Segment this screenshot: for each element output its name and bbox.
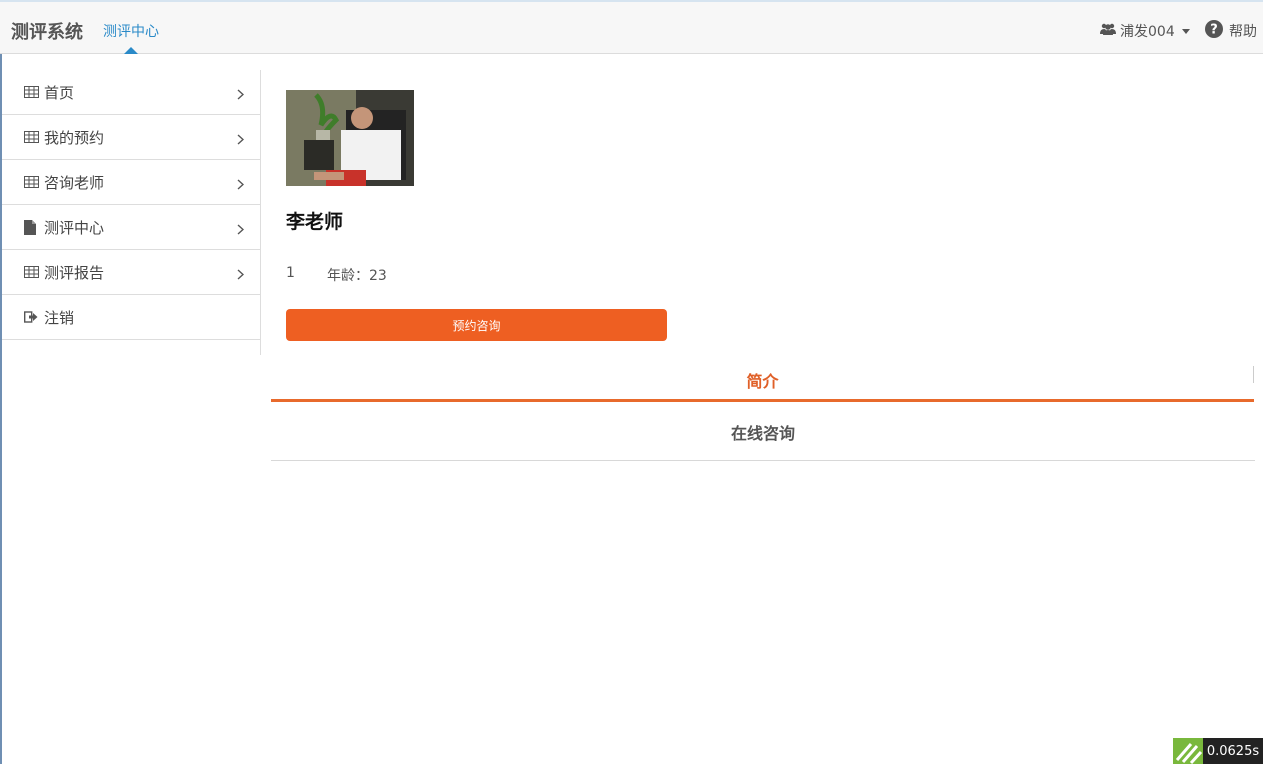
tab-divider xyxy=(1253,366,1254,383)
page-load-timer: 0.0625s xyxy=(1203,738,1263,764)
tab-intro[interactable]: 简介 xyxy=(271,360,1254,402)
debug-logo-icon[interactable] xyxy=(1173,738,1203,764)
svg-text:?: ? xyxy=(1210,23,1218,38)
help-link[interactable]: ? 帮助 xyxy=(1205,20,1257,42)
sidebar-item-consult-teacher[interactable]: 咨询老师 xyxy=(2,160,260,205)
sidebar-item-home[interactable]: 首页 xyxy=(2,70,260,115)
table-icon xyxy=(24,130,40,144)
sidebar-item-assessment-center[interactable]: 测评中心 xyxy=(2,205,260,250)
active-tab-indicator xyxy=(124,47,138,54)
file-icon xyxy=(24,219,40,235)
sidebar-item-label: 测评中心 xyxy=(44,218,105,237)
teacher-age: 年龄：23 xyxy=(327,268,387,284)
chevron-right-icon xyxy=(237,221,245,239)
sidebar-item-label: 首页 xyxy=(44,83,75,102)
sidebar-item-logout[interactable]: 注销 xyxy=(2,295,260,340)
user-name: 浦发004 xyxy=(1120,24,1175,40)
teacher-info: 1 年龄：23 xyxy=(286,265,387,285)
help-label: 帮助 xyxy=(1229,24,1257,40)
sidebar-item-label: 我的预约 xyxy=(44,128,105,147)
chevron-right-icon xyxy=(237,131,245,149)
chevron-down-icon xyxy=(1181,28,1190,34)
tab-online-consultation[interactable]: 在线咨询 xyxy=(271,403,1255,461)
teacher-number: 1 xyxy=(286,265,295,281)
sidebar: 首页 我的预约 咨询老师 测评中心 测评报告 注销 xyxy=(2,70,261,355)
table-icon xyxy=(24,265,40,279)
chevron-right-icon xyxy=(237,176,245,194)
table-icon xyxy=(24,175,40,189)
sidebar-item-assessment-report[interactable]: 测评报告 xyxy=(2,250,260,295)
nav-tab-assessment-center[interactable]: 测评中心 xyxy=(103,21,159,41)
user-menu[interactable]: 浦发004 xyxy=(1100,21,1190,41)
book-consultation-button[interactable]: 预约咨询 xyxy=(286,309,667,341)
teacher-name: 李老师 xyxy=(286,211,344,233)
question-circle-icon: ? xyxy=(1205,20,1223,42)
sidebar-item-label: 注销 xyxy=(44,308,75,327)
chevron-right-icon xyxy=(237,266,245,284)
sign-out-icon xyxy=(24,310,40,324)
teacher-photo xyxy=(286,90,414,186)
chevron-right-icon xyxy=(237,86,245,104)
users-icon xyxy=(1100,23,1116,39)
top-navbar: 测评系统 测评中心 浦发004 ? 帮助 xyxy=(0,0,1263,54)
sidebar-item-my-appointments[interactable]: 我的预约 xyxy=(2,115,260,160)
brand-title[interactable]: 测评系统 xyxy=(11,18,83,44)
sidebar-item-label: 咨询老师 xyxy=(44,173,105,192)
sidebar-item-label: 测评报告 xyxy=(44,263,105,282)
table-icon xyxy=(24,85,40,99)
